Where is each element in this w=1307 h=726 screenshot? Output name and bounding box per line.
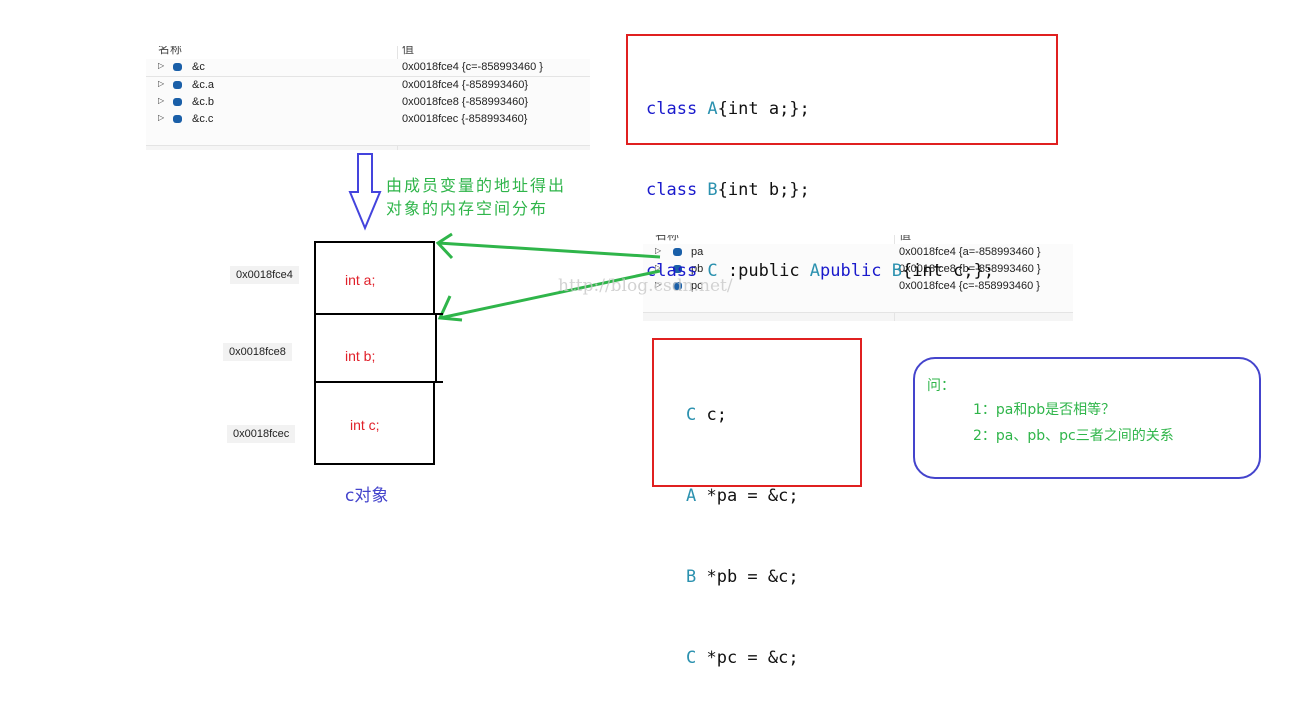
question-box: 问： 1：pa和pb是否相等？ 2：pa、pb、pc三者之间的关系 — [913, 357, 1261, 479]
watermark: http://blog.csdn.net/ — [558, 276, 733, 296]
address-label: 0x0018fce4 — [230, 266, 299, 284]
address-label: 0x0018fce8 — [223, 343, 292, 361]
object-label: c对象 — [345, 486, 389, 506]
memory-cell-b — [314, 313, 443, 383]
pa-arrow — [437, 241, 661, 259]
down-arrow-icon — [348, 153, 382, 231]
declaration-box: C c; A *pa = &c; B *pb = &c; C *pc = &c; — [652, 338, 862, 668]
address-label: 0x0018fcec — [227, 425, 296, 443]
